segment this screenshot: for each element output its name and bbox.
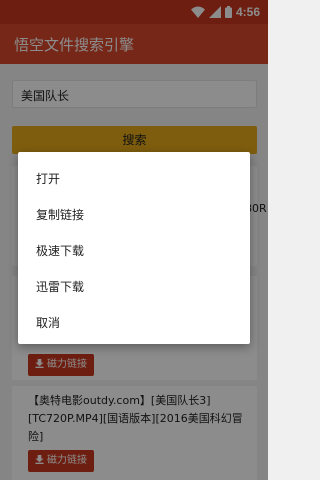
menu-item-fast-download[interactable]: 极速下载 [18, 232, 250, 268]
menu-item-open[interactable]: 打开 [18, 160, 250, 196]
menu-item-label: 迅雷下载 [36, 280, 85, 294]
menu-item-copy-link[interactable]: 复制链接 [18, 196, 250, 232]
context-menu-dialog: 打开 复制链接 极速下载 迅雷下载 取消 [18, 152, 250, 344]
menu-item-cancel[interactable]: 取消 [18, 304, 250, 340]
menu-item-label: 复制链接 [36, 208, 85, 222]
menu-item-label: 极速下载 [36, 244, 85, 258]
menu-item-label: 打开 [36, 172, 61, 186]
menu-item-thunder-download[interactable]: 迅雷下载 [18, 268, 250, 304]
menu-item-label: 取消 [36, 316, 61, 330]
